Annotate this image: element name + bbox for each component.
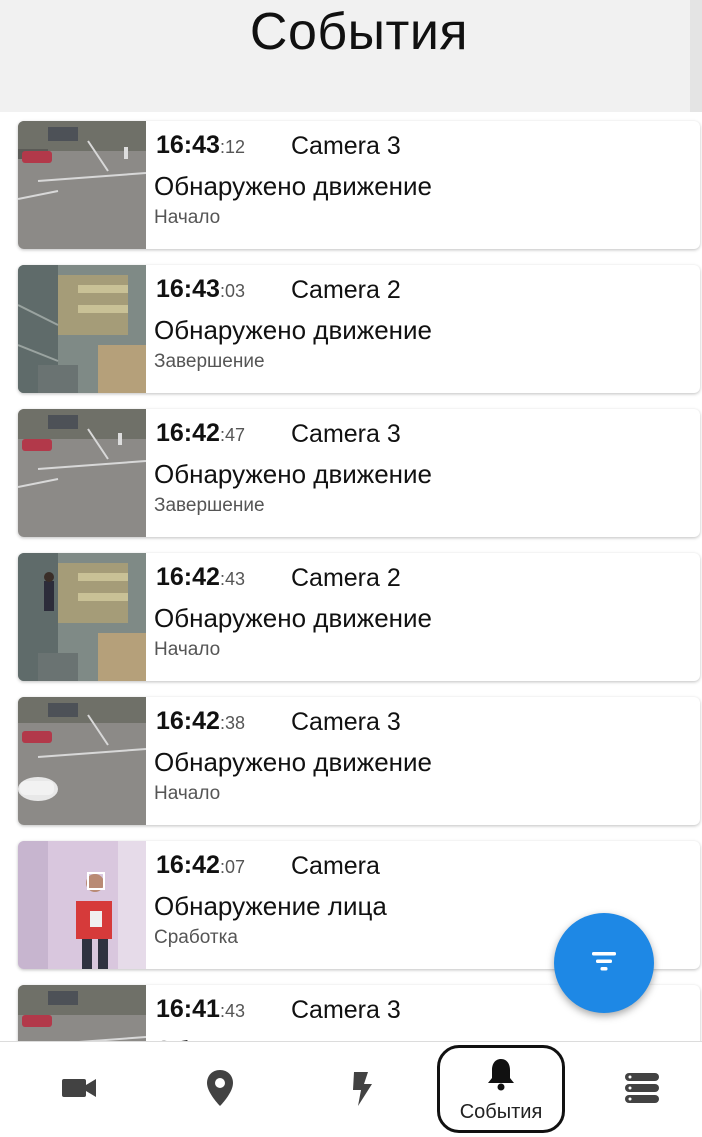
lightning-icon	[348, 1068, 376, 1113]
event-thumbnail-face	[18, 841, 146, 969]
event-camera-name: Camera 3	[291, 708, 401, 736]
event-time: 16:41:43	[156, 995, 245, 1023]
scrollbar[interactable]	[690, 0, 702, 112]
event-camera-name: Camera 3	[291, 996, 401, 1024]
event-type: Обнаружение лица	[154, 891, 387, 921]
page-title: События	[249, 3, 469, 61]
event-time: 16:42:38	[156, 707, 245, 735]
event-card[interactable]: 16:42:47 Camera 3 Обнаружено движение За…	[18, 409, 700, 537]
event-thumbnail-warehouse	[18, 553, 146, 681]
event-thumbnail-parking	[18, 409, 146, 537]
filter-icon	[584, 941, 624, 986]
nav-servers[interactable]	[592, 1042, 692, 1137]
event-card[interactable]: 16:42:43 Camera 2 Обнаружено движение На…	[18, 553, 700, 681]
event-state: Завершение	[154, 495, 265, 516]
event-time: 16:43:03	[156, 275, 245, 303]
event-state: Начало	[154, 783, 221, 804]
event-camera-name: Camera	[291, 852, 380, 880]
event-type: Обнаружено движение	[154, 459, 432, 489]
events-screen: 16:43:12 Camera 3 Обнаружено движение На…	[0, 0, 702, 1137]
event-thumbnail-parking-car	[18, 697, 146, 825]
event-thumbnail-parking	[18, 121, 146, 249]
event-camera-name: Camera 3	[291, 132, 401, 160]
event-camera-name: Camera 2	[291, 276, 401, 304]
server-list-icon	[622, 1070, 662, 1111]
event-time: 16:42:07	[156, 851, 245, 879]
event-camera-name: Camera 2	[291, 564, 401, 592]
nav-cameras[interactable]	[30, 1042, 130, 1137]
event-state: Сработка	[154, 927, 238, 948]
event-time: 16:42:43	[156, 563, 245, 591]
event-time: 16:42:47	[156, 419, 245, 447]
nav-events[interactable]: События	[437, 1042, 565, 1137]
filter-button[interactable]	[554, 913, 654, 1013]
bottom-navigation: События	[0, 1041, 702, 1137]
event-card[interactable]: 16:42:38 Camera 3 Обнаружено движение На…	[18, 697, 700, 825]
event-thumbnail-warehouse	[18, 265, 146, 393]
bell-icon	[484, 1056, 518, 1097]
event-state: Начало	[154, 207, 221, 228]
event-type: Обнаружено движение	[154, 315, 432, 345]
app-header: События	[0, 0, 702, 112]
event-state: Завершение	[154, 351, 265, 372]
event-camera-name: Camera 3	[291, 420, 401, 448]
video-camera-icon	[60, 1073, 100, 1108]
nav-actions[interactable]	[312, 1042, 412, 1137]
event-time: 16:43:12	[156, 131, 245, 159]
location-pin-icon	[204, 1068, 236, 1113]
event-type: Обнаружено движение	[154, 747, 432, 777]
event-state: Начало	[154, 639, 221, 660]
event-card[interactable]: 16:43:03 Camera 2 Обнаружено движение За…	[18, 265, 700, 393]
nav-map[interactable]	[170, 1042, 270, 1137]
nav-events-label: События	[459, 1101, 543, 1123]
event-type: Обнаружено движение	[154, 171, 432, 201]
event-type: Обнаружено движение	[154, 603, 432, 633]
event-card[interactable]: 16:43:12 Camera 3 Обнаружено движение На…	[18, 121, 700, 249]
